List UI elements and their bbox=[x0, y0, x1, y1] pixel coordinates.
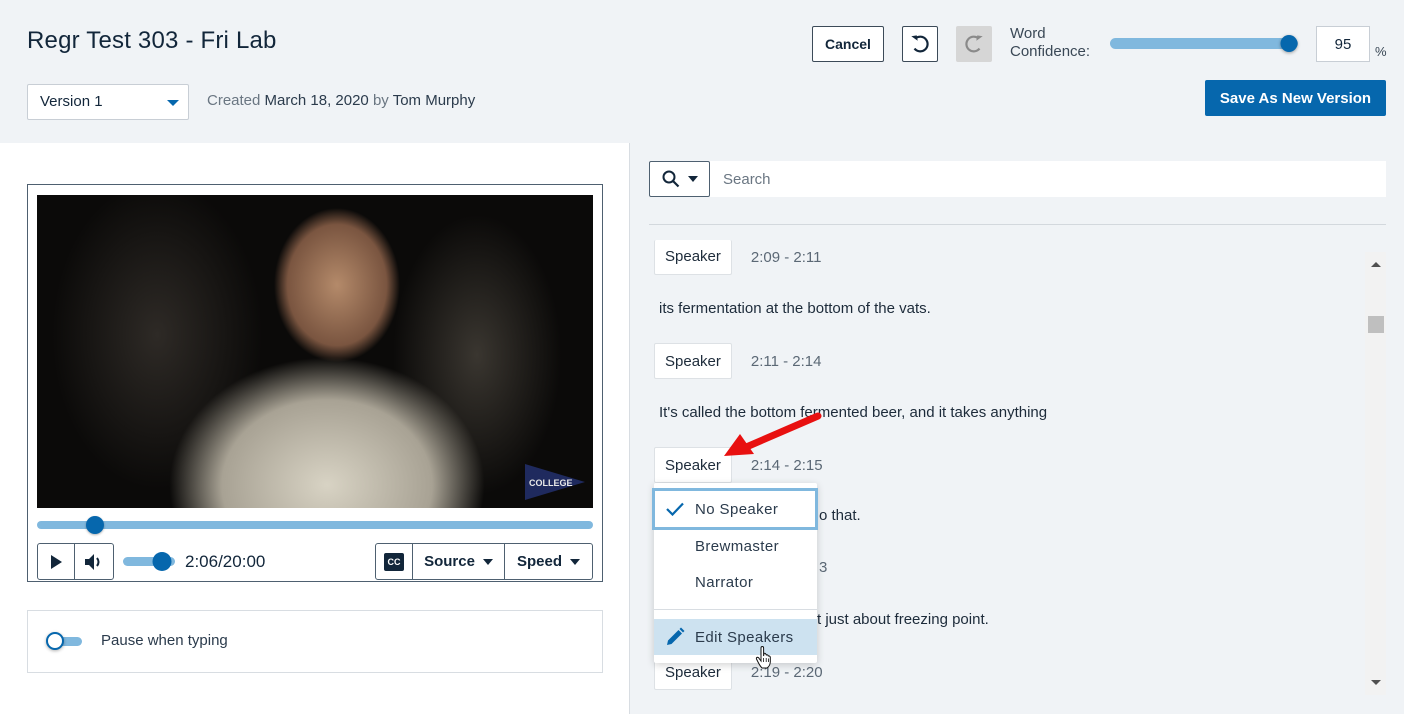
undo-icon bbox=[911, 35, 929, 53]
created-prefix: Created bbox=[207, 92, 261, 109]
volume-button[interactable] bbox=[75, 544, 113, 579]
closed-captions-icon: CC bbox=[384, 552, 404, 571]
speaker-option-no-speaker[interactable]: No Speaker bbox=[652, 488, 818, 530]
search-icon bbox=[662, 170, 679, 188]
word-confidence-input[interactable]: 95 bbox=[1316, 26, 1370, 62]
word-confidence-unit: % bbox=[1375, 44, 1387, 59]
media-options: CC Source Speed bbox=[375, 543, 593, 580]
word-confidence-label: Word Confidence: bbox=[1010, 25, 1090, 61]
speaker-button[interactable]: Speaker bbox=[654, 447, 732, 483]
pencil-icon bbox=[667, 627, 685, 645]
pause-when-typing-toggle[interactable] bbox=[46, 632, 83, 650]
speaker-option-label: Narrator bbox=[695, 573, 754, 591]
dropdown-divider bbox=[654, 609, 817, 610]
divider bbox=[649, 224, 1386, 225]
header: Regr Test 303 - Fri Lab Version 1 Create… bbox=[0, 0, 1404, 143]
transcript-search bbox=[649, 161, 1386, 197]
word-confidence-slider-thumb[interactable] bbox=[1280, 35, 1298, 52]
redo-icon bbox=[965, 35, 983, 53]
segment-text[interactable]: It's called the bottom fermented beer, a… bbox=[659, 404, 1047, 421]
playback-controls bbox=[37, 543, 114, 580]
play-icon bbox=[51, 554, 62, 569]
college-watermark-text: COLLEGE bbox=[529, 478, 573, 488]
segment-text[interactable]: o that. bbox=[819, 507, 861, 524]
segment-time: 3 bbox=[819, 559, 828, 576]
edit-speakers-button[interactable]: Edit Speakers bbox=[654, 619, 817, 655]
captions-button[interactable]: CC bbox=[376, 544, 413, 579]
segment-time: 2:09 - 2:11 bbox=[750, 248, 822, 266]
scroll-down-icon[interactable] bbox=[1371, 680, 1381, 685]
chevron-down-icon bbox=[167, 100, 179, 106]
created-author: Tom Murphy bbox=[392, 92, 476, 109]
speaker-button[interactable]: Speaker bbox=[654, 343, 732, 379]
word-confidence-slider[interactable] bbox=[1110, 35, 1298, 52]
segment-time: 2:11 - 2:14 bbox=[750, 352, 822, 370]
seek-bar[interactable] bbox=[37, 516, 593, 534]
created-date: March 18, 2020 bbox=[264, 92, 369, 109]
transcript-scrollbar[interactable] bbox=[1365, 252, 1386, 695]
speaker-dropdown-menu: No Speaker Brewmaster Narrator Edit Spea… bbox=[652, 483, 818, 663]
toggle-knob bbox=[46, 632, 64, 650]
created-by: by bbox=[372, 92, 389, 109]
speaker-option-label: No Speaker bbox=[695, 500, 779, 518]
edit-speakers-label: Edit Speakers bbox=[695, 628, 794, 646]
speaker-option-narrator[interactable]: Narrator bbox=[654, 564, 817, 600]
video-image bbox=[37, 195, 593, 508]
version-select-value: Version 1 bbox=[40, 93, 103, 110]
pause-when-typing-label: Pause when typing bbox=[101, 632, 228, 649]
video-player: COLLEGE 2:06/20:00 CC Source Speed bbox=[27, 184, 603, 582]
speaker-option-brewmaster[interactable]: Brewmaster bbox=[654, 528, 817, 564]
speed-label: Speed bbox=[516, 553, 562, 570]
undo-button[interactable] bbox=[902, 26, 938, 62]
college-watermark-icon: COLLEGE bbox=[525, 464, 585, 500]
segment-text[interactable]: t just about freezing point. bbox=[817, 611, 989, 628]
speaker-button[interactable]: Speaker bbox=[654, 240, 732, 275]
volume-slider-thumb[interactable] bbox=[152, 552, 172, 571]
segment-time: 2:19 - 2:20 bbox=[750, 663, 823, 681]
segment-text[interactable]: its fermentation at the bottom of the va… bbox=[659, 300, 931, 317]
created-info: Created March 18, 2020 by Tom Murphy bbox=[207, 92, 475, 109]
scrollbar-thumb[interactable] bbox=[1368, 316, 1384, 333]
source-dropdown[interactable]: Source bbox=[413, 544, 505, 579]
play-button[interactable] bbox=[38, 544, 75, 579]
segment-header: Speaker 2:09 - 2:11 bbox=[654, 240, 821, 275]
version-select[interactable]: Version 1 bbox=[27, 84, 189, 120]
segment-header: Speaker 2:14 - 2:15 bbox=[654, 447, 823, 483]
speed-dropdown[interactable]: Speed bbox=[505, 544, 592, 579]
media-panel: COLLEGE 2:06/20:00 CC Source Speed Pause… bbox=[0, 143, 630, 714]
volume-icon bbox=[85, 553, 100, 570]
segment-time: 2:14 - 2:15 bbox=[750, 456, 823, 474]
save-as-new-version-button[interactable]: Save As New Version bbox=[1205, 80, 1386, 116]
search-options-button[interactable] bbox=[649, 161, 710, 197]
scroll-up-icon[interactable] bbox=[1371, 262, 1381, 267]
seek-bar-thumb[interactable] bbox=[86, 516, 105, 534]
word-confidence-label-line1: Word bbox=[1010, 25, 1046, 42]
chevron-down-icon bbox=[687, 176, 698, 182]
search-input[interactable] bbox=[711, 161, 1386, 197]
chevron-down-icon bbox=[570, 558, 580, 565]
time-readout: 2:06/20:00 bbox=[185, 552, 266, 571]
source-label: Source bbox=[424, 553, 475, 570]
chevron-down-icon bbox=[482, 558, 493, 565]
cancel-button[interactable]: Cancel bbox=[812, 26, 884, 62]
video-frame[interactable]: COLLEGE bbox=[37, 195, 593, 508]
speaker-option-label: Brewmaster bbox=[695, 537, 780, 555]
checkmark-icon bbox=[666, 502, 684, 516]
volume-slider[interactable] bbox=[123, 552, 175, 571]
word-confidence-label-line2: Confidence: bbox=[1010, 43, 1091, 60]
segment-header: Speaker 2:11 - 2:14 bbox=[654, 343, 821, 379]
redo-button[interactable] bbox=[956, 26, 992, 62]
pause-when-typing-setting: Pause when typing bbox=[27, 610, 603, 673]
page-title: Regr Test 303 - Fri Lab bbox=[27, 27, 277, 54]
